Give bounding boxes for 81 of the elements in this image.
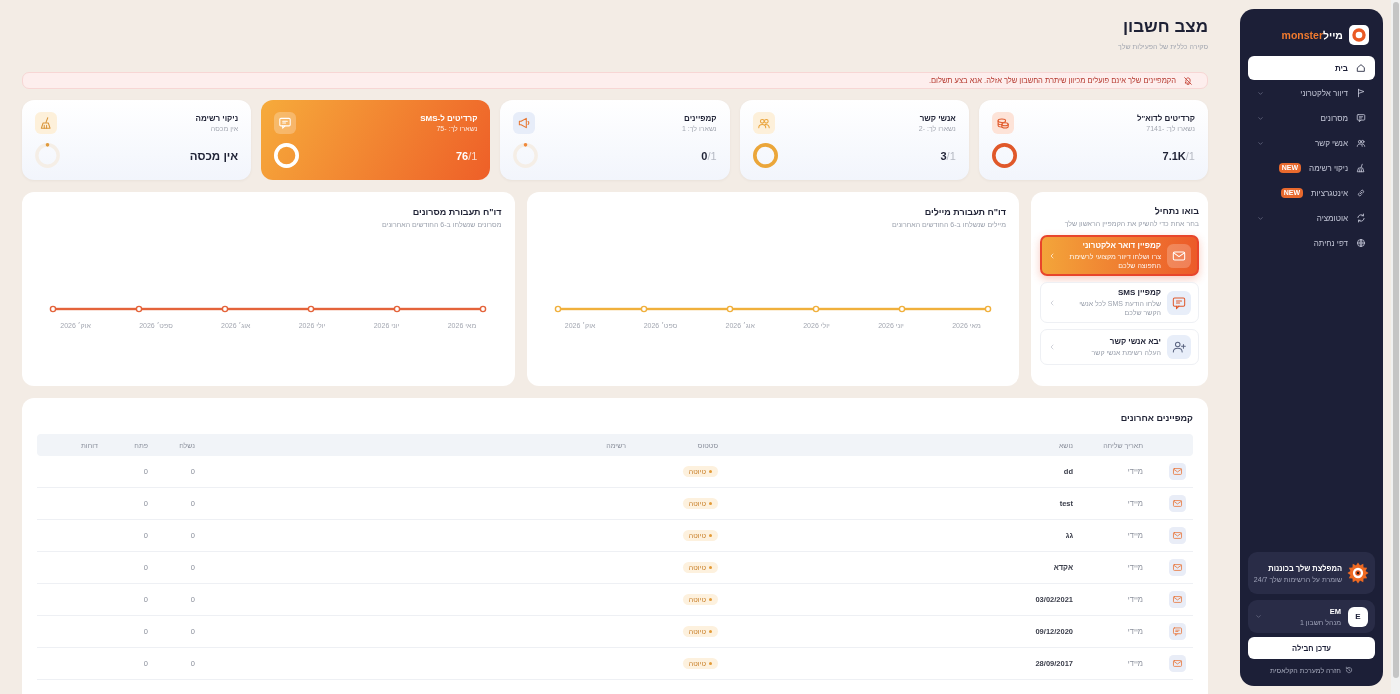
nav-item[interactable]: מסרונים	[1248, 106, 1375, 130]
status-dot-icon	[709, 534, 712, 537]
refresh-icon	[1356, 213, 1366, 223]
chat-icon	[1167, 290, 1191, 315]
logo-icon	[1349, 25, 1369, 45]
envelope-icon	[1169, 559, 1186, 576]
user-avatar: E	[1348, 606, 1368, 627]
chart-title: דו"ח תעבורת מסרונים	[411, 206, 502, 218]
chart-point	[221, 305, 229, 313]
envelope-icon	[1169, 527, 1186, 544]
stat-value: 3/1	[940, 149, 956, 162]
chart-point	[554, 305, 562, 313]
status-dot-icon	[709, 566, 712, 569]
envelope-icon	[1169, 655, 1186, 672]
stat-title: קמפיינים	[683, 114, 717, 123]
envelope-icon	[1169, 463, 1186, 480]
status-dot-icon	[709, 662, 712, 665]
card-title: בואו נתחיל	[1153, 205, 1199, 217]
option-title: יבא אנשי קשר	[1108, 337, 1161, 346]
nav-item[interactable]: דפי נחיתה	[1248, 231, 1375, 255]
stat-value: 76/1	[455, 149, 478, 162]
chevron-down-icon	[1257, 139, 1264, 147]
scrollbar-thumb[interactable]	[1392, 2, 1399, 678]
stat-title: אנשי קשר	[918, 114, 956, 123]
chevron-down-icon	[1255, 613, 1262, 620]
monster-icon	[1347, 562, 1369, 584]
stat-value: 7.1K/1	[1162, 149, 1195, 162]
chart-point	[307, 305, 315, 313]
envelope-icon	[1169, 495, 1186, 512]
chart-point	[726, 305, 734, 313]
globe-icon	[1356, 238, 1366, 248]
chart-point	[898, 305, 906, 313]
chart-point	[640, 305, 648, 313]
chat-icon	[1356, 113, 1366, 123]
broom-icon	[35, 112, 57, 134]
chart-point	[135, 305, 143, 313]
chat-icon	[274, 112, 297, 134]
status-dot-icon	[709, 470, 712, 473]
envelope-icon	[1167, 243, 1191, 268]
bell-off-icon	[1183, 75, 1193, 86]
people-icon	[752, 112, 775, 134]
nav-item[interactable]: אוטומציה	[1248, 206, 1375, 230]
chart-point	[984, 305, 992, 313]
chevron-left-icon	[1048, 298, 1056, 307]
option-title: קמפיין דואר אלקטרוני	[1081, 241, 1161, 250]
history-icon	[1344, 666, 1353, 674]
chart-point	[393, 305, 401, 313]
nav-item[interactable]: דיוור אלקטרוני	[1248, 81, 1375, 105]
chat-icon	[1169, 623, 1186, 640]
chevron-down-icon	[1257, 114, 1264, 122]
scrollbar[interactable]	[1391, 0, 1400, 694]
people-icon	[1356, 138, 1366, 148]
chevron-left-icon	[1048, 251, 1056, 260]
link-icon	[1356, 188, 1366, 198]
section-title: קמפיינים אחרונים	[1120, 412, 1193, 424]
coins-icon	[991, 112, 1014, 134]
add-user-icon	[1167, 335, 1191, 359]
nav-item[interactable]: בית	[1248, 56, 1375, 80]
chevron-left-icon	[1048, 343, 1056, 351]
chart-point	[49, 305, 57, 313]
page-title: מצב חשבון	[1121, 18, 1208, 36]
stat-value: אין מכסה	[189, 149, 239, 162]
stat-title: קרדיטים לדוא"ל	[1136, 114, 1195, 123]
chevron-down-icon	[1257, 89, 1264, 97]
nav-item[interactable]: אנשי קשר	[1248, 131, 1375, 155]
option-title: קמפיין SMS	[1116, 288, 1161, 297]
chart-title: דו"ח תעבורת מיילים	[923, 206, 1006, 218]
flag-icon	[1356, 88, 1366, 98]
stat-title: ניקוי רשימה	[195, 114, 239, 123]
chevron-down-icon	[1257, 214, 1264, 222]
megaphone-icon	[513, 112, 536, 134]
stat-value: 0/1	[701, 149, 717, 162]
stat-title: קרדיטים ל-SMS	[420, 114, 478, 123]
chart-point	[812, 305, 820, 313]
status-dot-icon	[709, 502, 712, 505]
broom-icon	[1356, 163, 1366, 173]
status-dot-icon	[709, 598, 712, 601]
status-dot-icon	[709, 630, 712, 633]
envelope-icon	[1169, 591, 1186, 608]
chart-point	[479, 305, 487, 313]
home-icon	[1356, 63, 1366, 73]
